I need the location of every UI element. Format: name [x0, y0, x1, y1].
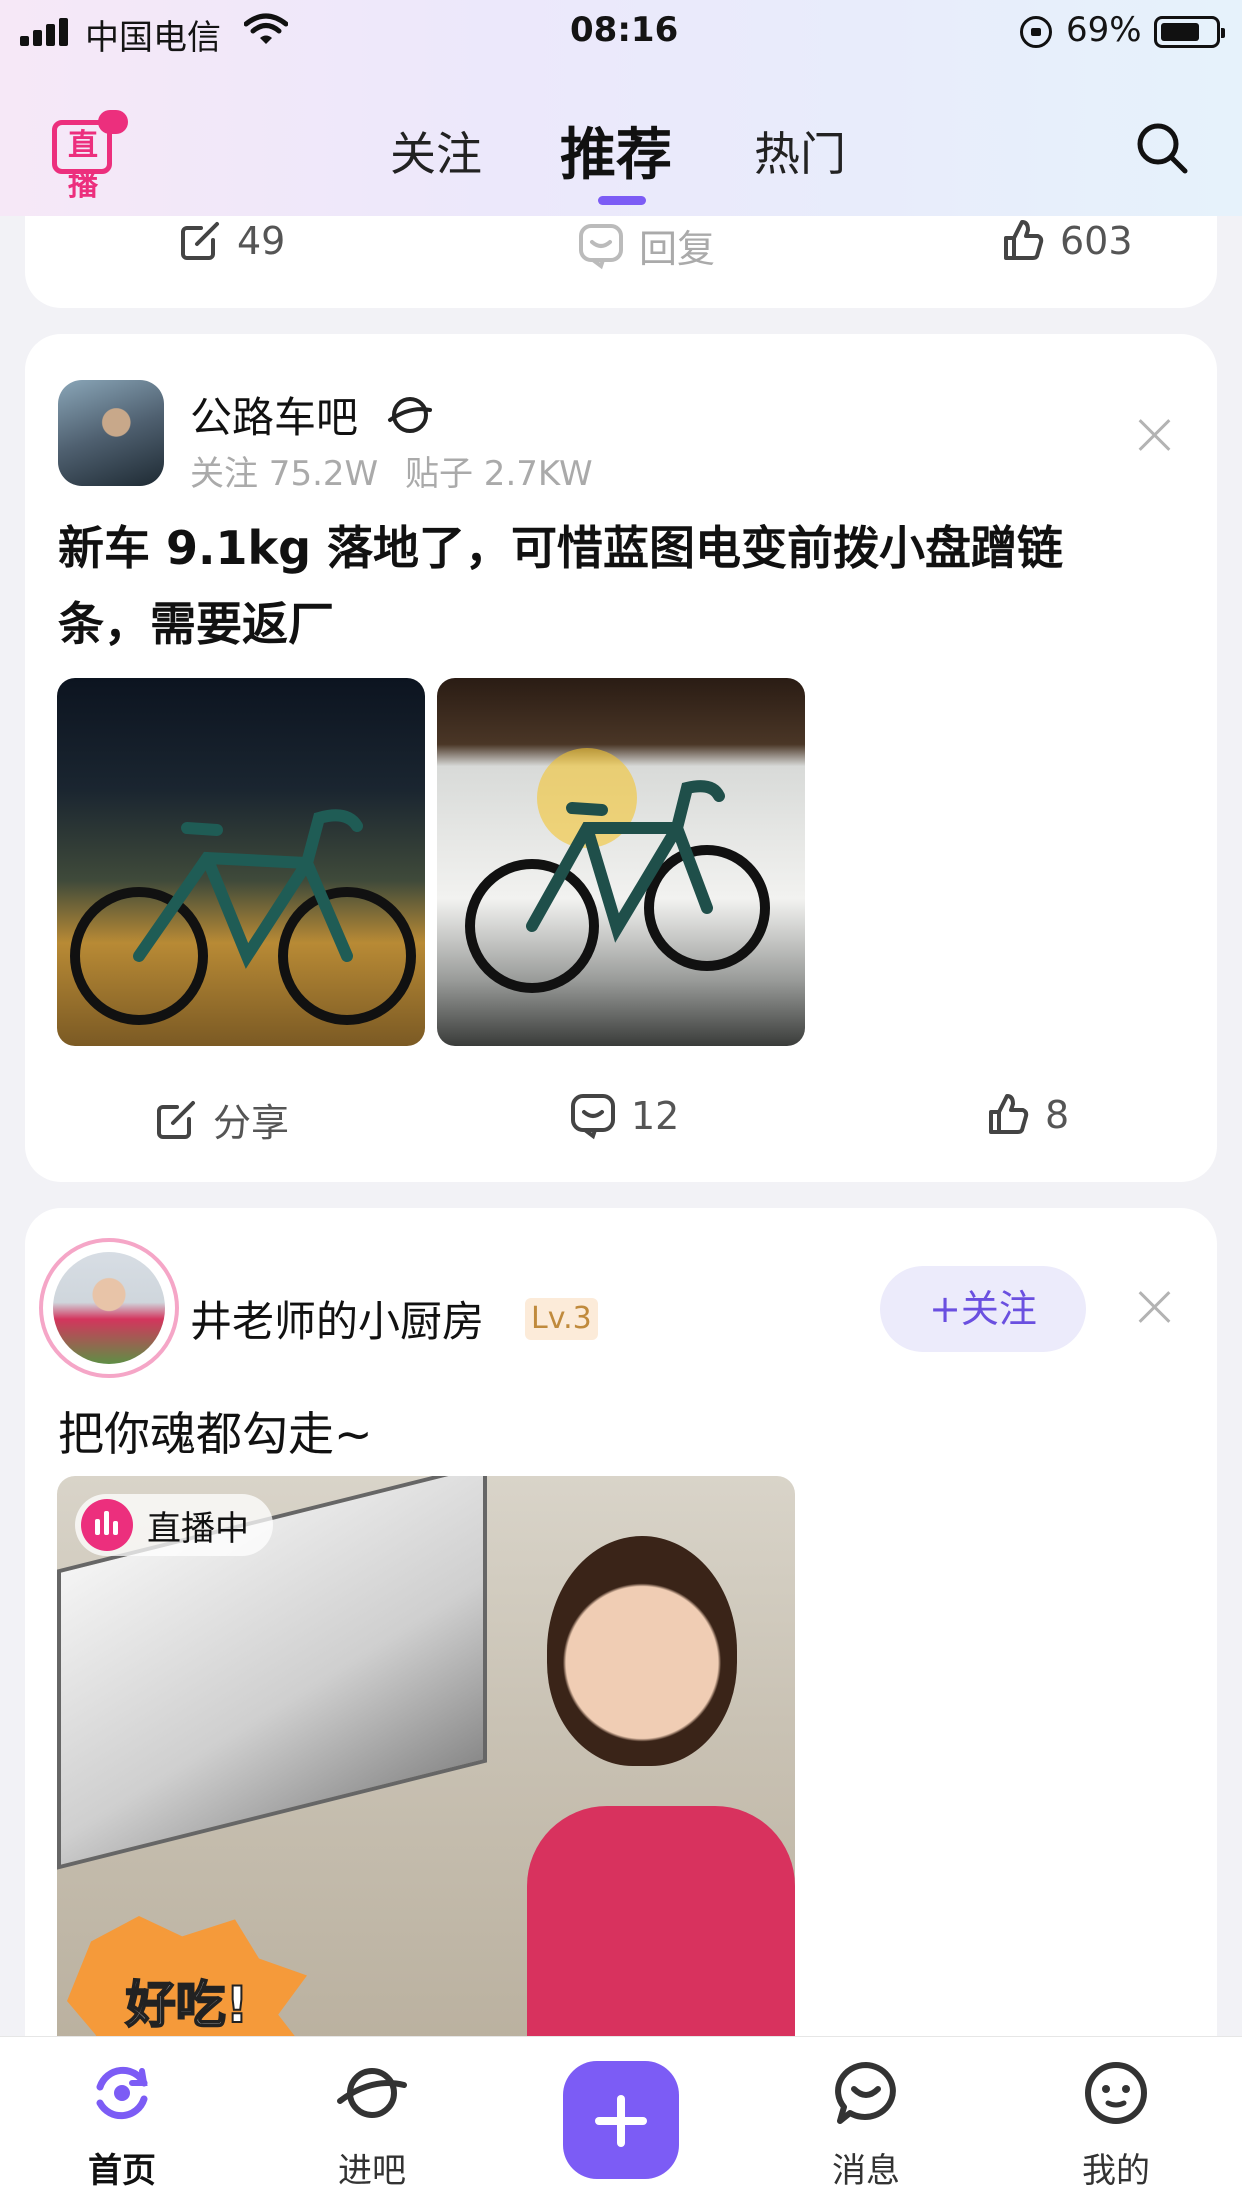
feed-tabs: 关注 推荐 热门: [0, 110, 1242, 190]
like-button[interactable]: 8: [985, 1092, 1069, 1138]
search-icon[interactable]: [1134, 120, 1190, 176]
tab-follow[interactable]: 关注: [390, 118, 482, 184]
tab-hot[interactable]: 热门: [754, 118, 846, 184]
comment-button[interactable]: 12: [569, 1092, 679, 1140]
forum-avatar[interactable]: [58, 380, 164, 486]
top-header: 中国电信 08:16 69% 直播 关注 推荐 热门: [0, 0, 1242, 216]
follow-button[interactable]: +关注: [880, 1266, 1086, 1352]
post-card-live[interactable]: 井老师的小厨房 Lv.3 +关注 把你魂都勾走~ 好吃! 直播中: [25, 1208, 1217, 2108]
post-actions: 分享 12 8: [25, 1092, 1217, 1152]
post-image-1[interactable]: [57, 678, 425, 1046]
post-button[interactable]: [563, 2061, 679, 2179]
signal-icon: [20, 18, 72, 46]
status-bar: 中国电信 08:16 69%: [0, 0, 1242, 64]
close-icon[interactable]: [1137, 418, 1171, 452]
live-badge: 直播中: [75, 1494, 273, 1556]
live-stream-preview[interactable]: 好吃! 直播中: [57, 1476, 795, 2096]
like-button[interactable]: 603: [1000, 218, 1133, 264]
battery-percent: 69%: [1066, 10, 1142, 50]
share-button[interactable]: 49: [177, 218, 285, 264]
rotation-lock-icon: [1020, 16, 1052, 48]
share-icon: [181, 222, 219, 260]
nav-profile[interactable]: 我的: [1046, 2057, 1186, 2192]
nav-forums[interactable]: 进吧: [302, 2057, 442, 2192]
nav-home[interactable]: 首页: [52, 2057, 192, 2192]
thumb-up-icon: [989, 1094, 1029, 1134]
wifi-icon: [244, 13, 288, 44]
bottom-nav: 首页 进吧 消息 我的: [0, 2036, 1242, 2208]
planet-icon: [388, 397, 432, 433]
like-count: 603: [1060, 219, 1133, 263]
comment-icon: [571, 1094, 615, 1140]
tab-recommend[interactable]: 推荐: [560, 110, 672, 191]
share-icon: [157, 1100, 195, 1139]
comment-count: 12: [631, 1094, 680, 1138]
comment-icon: [579, 223, 623, 269]
reply-button[interactable]: 回复: [577, 218, 715, 273]
live-audio-icon: [81, 1499, 133, 1551]
carrier-name: 中国电信: [85, 18, 221, 58]
sticker-text: 好吃!: [125, 1975, 250, 2035]
streamer-face: [547, 1536, 737, 1766]
user-avatar[interactable]: [39, 1238, 179, 1378]
like-count: 8: [1045, 1093, 1070, 1137]
planet-icon: [337, 2068, 407, 2118]
share-count: 49: [237, 219, 286, 263]
post-text[interactable]: 把你魂都勾走~: [58, 1398, 373, 1464]
home-icon: [96, 2066, 148, 2120]
post-title-line1[interactable]: 新车 9.1kg 落地了，可惜蓝图电变前拨小盘蹭链: [58, 510, 1063, 586]
forum-name[interactable]: 公路车吧: [190, 384, 358, 445]
post-actions: 49 回复 603: [25, 218, 1217, 278]
post-card-forum[interactable]: 公路车吧 关注 75.2W 贴子 2.7KW 新车 9.1kg 落地了，可惜蓝图…: [25, 334, 1217, 1182]
battery-icon: [1154, 16, 1225, 48]
clock: 08:16: [570, 10, 679, 50]
message-icon: [835, 2062, 896, 2124]
forum-followers: 关注 75.2W: [190, 454, 379, 494]
profile-icon: [1085, 2062, 1147, 2124]
user-name[interactable]: 井老师的小厨房: [190, 1288, 484, 1349]
nav-forums-label: 进吧: [338, 2151, 406, 2191]
bicycle-illustration: [465, 748, 770, 993]
post-image-2[interactable]: [437, 678, 805, 1046]
share-button[interactable]: 分享: [153, 1092, 289, 1147]
live-label: 直播中: [147, 1508, 249, 1549]
forum-post-count: 贴子 2.7KW: [405, 454, 593, 494]
reply-label: 回复: [639, 227, 716, 271]
level-badge: Lv.3: [525, 1298, 598, 1340]
nav-messages-label: 消息: [832, 2151, 900, 2191]
nav-profile-label: 我的: [1082, 2151, 1150, 2191]
active-tab-indicator: [598, 196, 646, 205]
nav-home-label: 首页: [88, 2151, 156, 2191]
post-title-line2[interactable]: 条，需要返厂: [58, 586, 334, 662]
close-icon[interactable]: [1137, 1290, 1171, 1324]
nav-messages[interactable]: 消息: [796, 2057, 936, 2192]
thumb-up-icon: [1004, 220, 1044, 260]
bicycle-illustration: [70, 809, 416, 1025]
share-label: 分享: [213, 1101, 290, 1145]
